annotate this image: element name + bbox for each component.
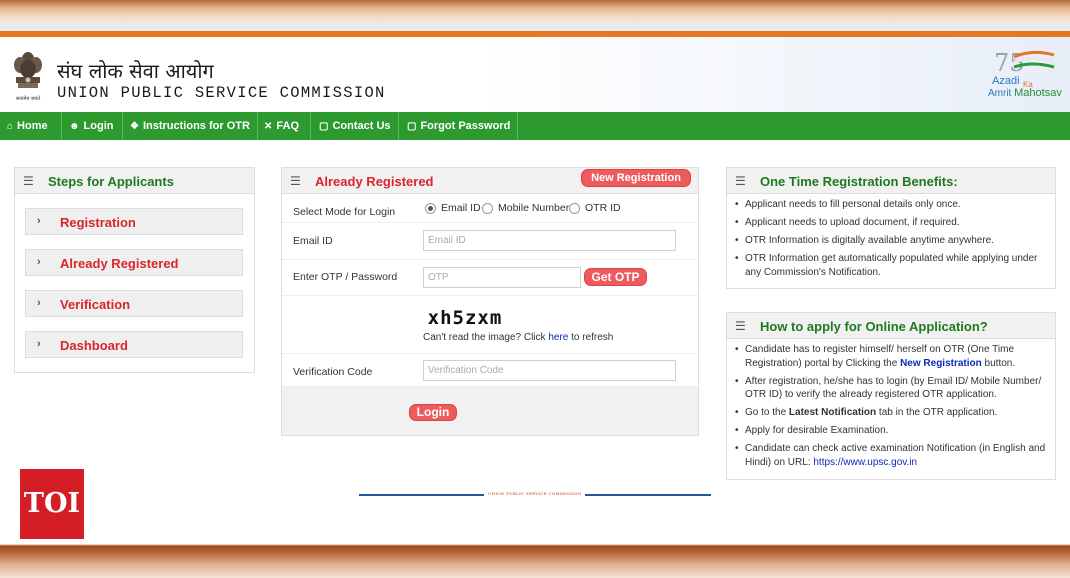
list-item: Apply for desirable Examination. (735, 424, 1049, 438)
list-icon: ☰ (735, 174, 746, 188)
document-icon: ▢ (319, 121, 329, 132)
chevron-right-icon: › (37, 256, 41, 268)
login-button[interactable]: Login (409, 404, 457, 421)
azadi-flag-icon: 75 (994, 49, 1055, 77)
new-registration-button[interactable]: New Registration (581, 169, 691, 187)
chevron-right-icon: › (37, 338, 41, 350)
verification-code-input[interactable] (423, 360, 676, 381)
login-panel: ☰ Already Registered New Registration Se… (281, 167, 699, 436)
chevron-right-icon: › (37, 215, 41, 227)
upsc-website-link[interactable]: https://www.upsc.gov.in (813, 457, 917, 468)
how-to-apply-panel: ☰ How to apply for Online Application? C… (726, 312, 1056, 480)
step-label: Verification (60, 297, 131, 312)
national-emblem-icon: सत्यमेव जयते (14, 52, 42, 102)
new-registration-link[interactable]: New Registration (900, 358, 982, 369)
refresh-captcha-link[interactable]: here (548, 332, 568, 343)
email-label: Email ID (293, 235, 333, 247)
captcha-refresh-text: Can't read the image? Click here to refr… (423, 332, 614, 343)
home-icon: ⌂ (7, 121, 14, 132)
login-title: Already Registered (315, 174, 434, 189)
user-icon: ☻ (69, 121, 80, 132)
info-icon: ❖ (130, 121, 139, 132)
verification-label: Verification Code (293, 366, 373, 378)
emblem-caption: सत्यमेव जयते (16, 95, 40, 102)
login-footer: Login (282, 387, 698, 435)
list-item: Candidate can check active examination N… (735, 442, 1049, 469)
azadi-text: Azadi (992, 75, 1020, 87)
site-title-english: UNION PUBLIC SERVICE COMMISSION (57, 84, 386, 102)
steps-panel-header: ☰ Steps for Applicants (15, 168, 254, 194)
benefits-panel-header: ☰ One Time Registration Benefits: (727, 168, 1055, 194)
step-already-registered[interactable]: › Already Registered (25, 249, 243, 276)
how-to-apply-list: Candidate has to register himself/ herse… (735, 343, 1049, 474)
radio-otr-id[interactable] (569, 203, 580, 214)
otp-label: Enter OTP / Password (293, 271, 398, 283)
amrit-mahotsav-text: Amrit Mahotsav (988, 87, 1062, 99)
nav-login[interactable]: ☻ Login (62, 112, 123, 140)
step-label: Already Registered (60, 256, 179, 271)
list-icon: ☰ (23, 174, 34, 188)
toi-watermark-logo: TOI (20, 469, 84, 539)
step-label: Registration (60, 215, 136, 230)
login-mode-row: Select Mode for Login Email ID Mobile Nu… (282, 195, 698, 223)
radio-mobile-number[interactable] (482, 203, 493, 214)
how-to-apply-header: ☰ How to apply for Online Application? (727, 313, 1055, 339)
chevron-right-icon: › (37, 297, 41, 309)
azadi-ka-amrit-mahotsav-logo: 75 Azadi Ka Amrit Mahotsav (988, 47, 1070, 107)
benefits-list: Applicant needs to fill personal details… (735, 198, 1049, 284)
site-header: सत्यमेव जयते संघ लोक सेवा आयोग UNION PUB… (0, 37, 1070, 112)
list-item: After registration, he/she has to login … (735, 375, 1049, 402)
nav-faq[interactable]: ✕ FAQ (258, 112, 311, 140)
list-item: Candidate has to register himself/ herse… (735, 343, 1049, 370)
nav-instructions-for-otr[interactable]: ❖ Instructions for OTR (123, 112, 258, 140)
site-title-hindi: संघ लोक सेवा आयोग (57, 59, 214, 83)
step-verification[interactable]: › Verification (25, 290, 243, 317)
email-input[interactable] (423, 230, 676, 251)
captcha-image: xh5zxm (423, 305, 507, 331)
list-item: Applicant needs to upload document, if r… (735, 216, 1049, 230)
nav-forgot-password[interactable]: ▢ Forgot Password (399, 112, 518, 140)
radio-label-email: Email ID (441, 202, 481, 214)
list-item: OTR Information get automatically popula… (735, 252, 1049, 279)
benefits-panel: ☰ One Time Registration Benefits: Applic… (726, 167, 1056, 289)
list-item: Applicant needs to fill personal details… (735, 198, 1049, 212)
otp-input[interactable] (423, 267, 581, 288)
verification-row: Verification Code (282, 353, 698, 387)
step-label: Dashboard (60, 338, 128, 353)
footer-text: UNION PUBLIC SERVICE COMMISSION (484, 491, 586, 496)
list-icon: ☰ (290, 174, 301, 188)
list-item: OTR Information is digitally available a… (735, 234, 1049, 248)
tools-icon: ✕ (264, 121, 273, 132)
radio-label-mobile: Mobile Number (498, 202, 570, 214)
steps-panel: ☰ Steps for Applicants › Registration › Al… (14, 167, 255, 373)
nav-home[interactable]: ⌂ Home (0, 112, 62, 140)
main-nav: ⌂ Home ☻ Login ❖ Instructions for OTR ✕ FAQ … (0, 112, 1070, 140)
nav-contact-us[interactable]: ▢ Contact Us (311, 112, 399, 140)
email-row: Email ID (282, 223, 698, 260)
how-to-apply-title: How to apply for Online Application? (760, 319, 988, 334)
radio-label-otr: OTR ID (585, 202, 621, 214)
steps-title: Steps for Applicants (48, 174, 174, 189)
document-icon: ▢ (407, 121, 417, 132)
radio-email-id[interactable] (425, 203, 436, 214)
get-otp-button[interactable]: Get OTP (584, 268, 647, 286)
bottom-banner-band (0, 544, 1070, 578)
step-dashboard[interactable]: › Dashboard (25, 331, 243, 358)
step-registration[interactable]: › Registration (25, 208, 243, 235)
otp-row: Enter OTP / Password Get OTP (282, 260, 698, 296)
list-item: Go to the Latest Notification tab in the… (735, 406, 1049, 420)
mode-label: Select Mode for Login (293, 206, 396, 218)
list-icon: ☰ (735, 319, 746, 333)
benefits-title: One Time Registration Benefits: (760, 174, 958, 189)
top-banner-band (0, 0, 1070, 38)
